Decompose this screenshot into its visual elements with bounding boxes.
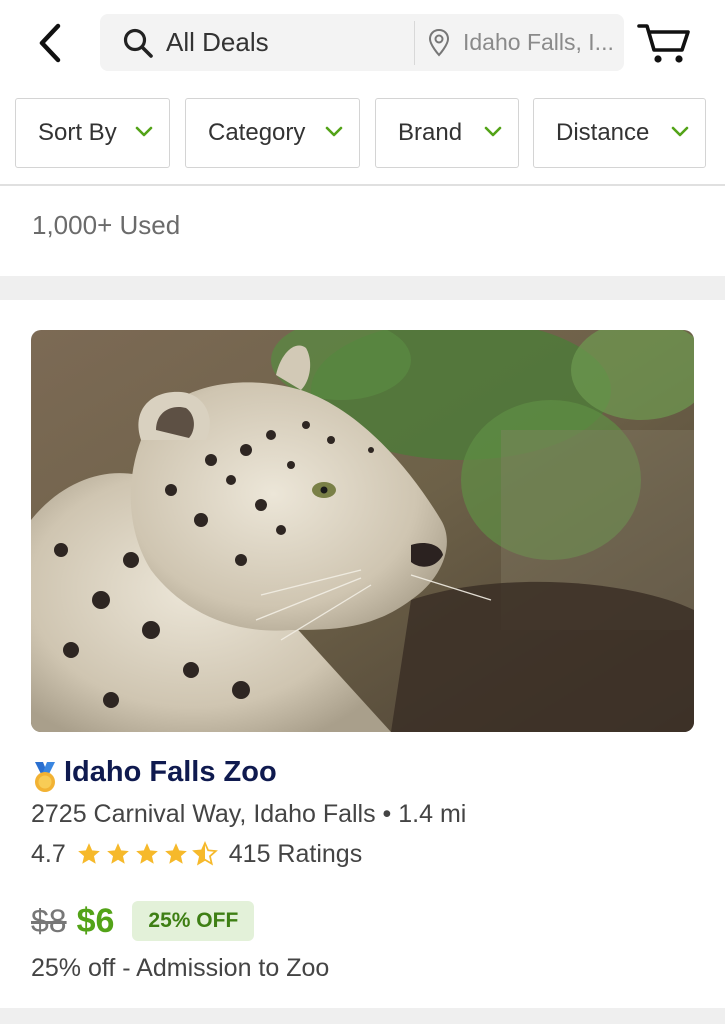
snow-leopard-photo [31, 330, 694, 732]
star-icon [106, 843, 129, 864]
location-pin-icon [427, 28, 451, 58]
filter-label: Distance [556, 119, 650, 146]
top-bar: All Deals Idaho Falls, I... [0, 0, 725, 86]
chevron-down-icon [484, 126, 502, 137]
half-star-icon [191, 841, 218, 866]
search-query: All Deals [166, 27, 269, 57]
rating-value: 4.7 [31, 839, 66, 868]
deal-image[interactable] [31, 330, 694, 732]
distance-dropdown[interactable]: Distance [533, 98, 706, 168]
section-separator [0, 276, 725, 300]
chevron-down-icon [325, 126, 343, 137]
rating-count: 415 Ratings [228, 839, 363, 868]
discounted-price: $6 [76, 901, 115, 940]
filter-divider [0, 184, 725, 186]
star-icon [135, 843, 158, 864]
search-bar: All Deals Idaho Falls, I... [100, 14, 624, 71]
back-button[interactable] [30, 20, 70, 66]
rating-stars [76, 841, 221, 867]
back-arrow-icon [39, 23, 61, 63]
search-field[interactable]: All Deals [100, 14, 414, 71]
section-separator [0, 1008, 725, 1024]
original-price: $8 [31, 902, 67, 939]
discount-badge: 25% OFF [132, 901, 255, 941]
cart-button[interactable] [636, 20, 692, 66]
rating-row: 4.7 415 Ratings [31, 838, 362, 870]
star-icon [164, 843, 187, 864]
medal-badge-icon [35, 762, 55, 792]
filter-label: Brand [398, 119, 463, 146]
deal-description: 25% off - Admission to Zoo [31, 954, 330, 982]
star-icon [77, 843, 100, 864]
sort-by-dropdown[interactable]: Sort By [15, 98, 170, 168]
results-count: 1,000+ Used [32, 210, 181, 240]
category-dropdown[interactable]: Category [185, 98, 360, 168]
chevron-down-icon [671, 126, 689, 137]
brand-dropdown[interactable]: Brand [375, 98, 519, 168]
location-text: Idaho Falls, I... [463, 29, 614, 55]
price-row: $8 $6 25% OFF [31, 898, 255, 944]
cart-icon [637, 24, 690, 63]
chevron-down-icon [135, 126, 153, 137]
location-selector[interactable]: Idaho Falls, I... [415, 14, 624, 71]
search-icon [122, 27, 154, 59]
filter-label: Sort By [38, 119, 117, 146]
deal-title[interactable]: Idaho Falls Zoo [64, 756, 277, 789]
filter-bar: Sort By Category Brand Distance [0, 98, 725, 170]
deal-address: 2725 Carnival Way, Idaho Falls • 1.4 mi [31, 800, 467, 828]
filter-label: Category [208, 119, 306, 146]
